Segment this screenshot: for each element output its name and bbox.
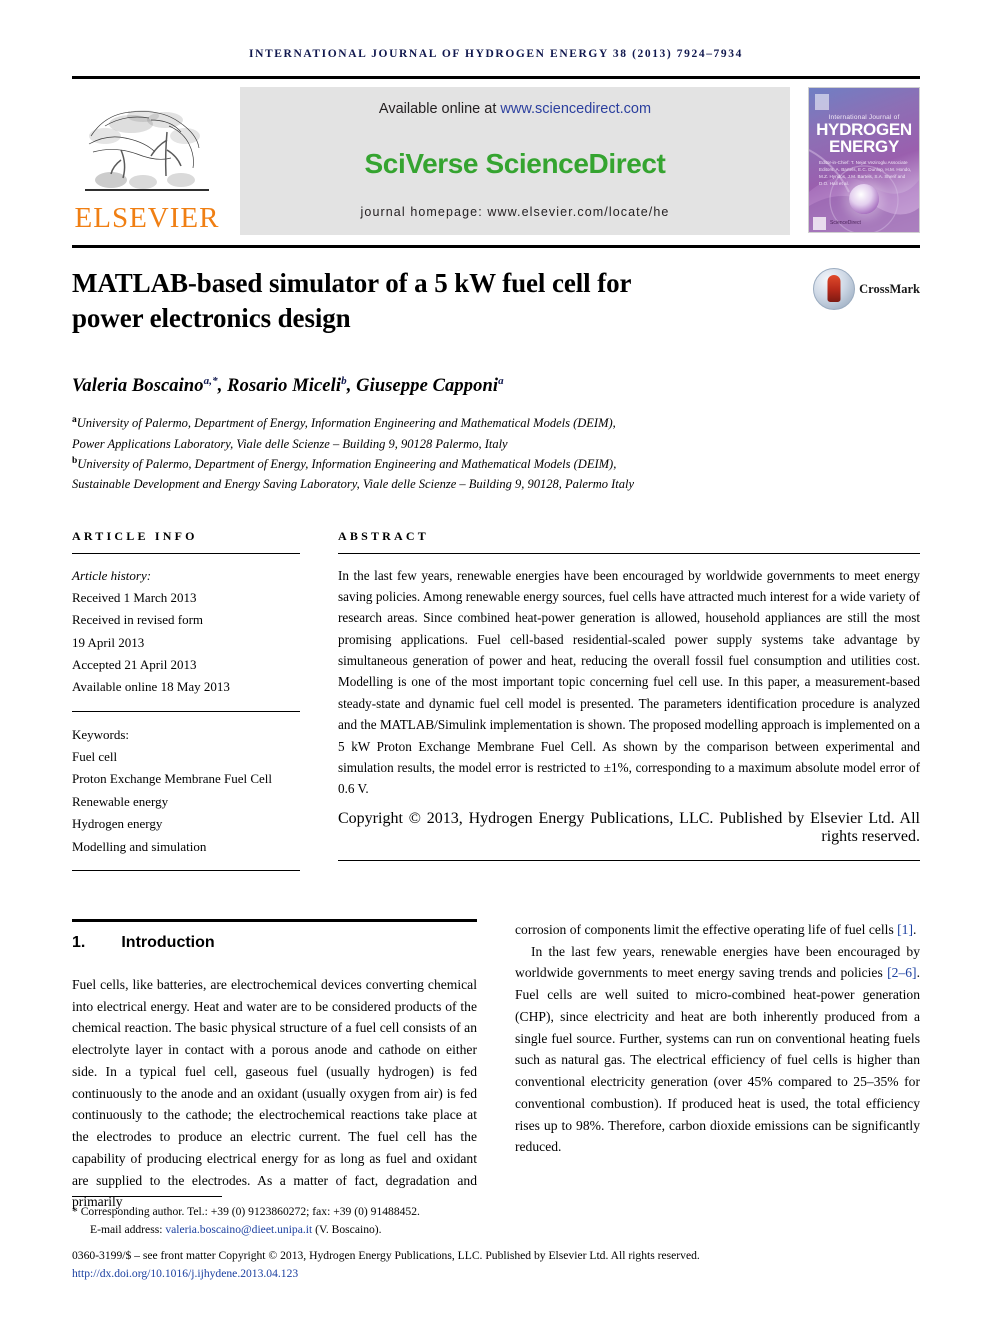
history-item-4: Available online 18 May 2013 [72,679,230,695]
crossmark-label: CrossMark [859,281,920,296]
doi-link[interactable]: http://dx.doi.org/10.1016/j.ijhydene.201… [72,1265,920,1283]
affiliation-a-line1: University of Palermo, Department of Ene… [76,416,616,431]
abstract-column: ABSTRACT In the last few years, renewabl… [338,529,920,883]
available-online-prefix: Available online at [378,101,501,117]
abstract-bottom-rule [338,859,920,861]
footnote-rule [72,1196,222,1198]
author-list: Valeria Boscainoa,*, Rosario Micelib, Gi… [72,375,504,397]
article-info-column: ARTICLE INFO Article history: Received 1… [72,529,300,883]
history-item-0: Received 1 March 2013 [72,589,197,605]
crossmark-badge-group[interactable]: CrossMark [813,268,920,310]
journal-cover-image: International Journal of HYDROGEN ENERGY… [808,87,920,233]
keywords-block: Keywords: Fuel cell Proton Exchange Memb… [72,724,300,858]
elsevier-wordmark: ELSEVIER [74,202,220,234]
body-column-right: corrosion of components limit the effect… [515,919,920,1213]
crossmark-icon[interactable] [813,268,856,310]
body-columns: 1. Introduction Fuel cells, like batteri… [72,918,920,1213]
masthead-bottom-rule [72,245,920,248]
intro-r2-pre: In the last few years, renewable energie… [515,943,920,981]
sciencedirect-banner: Available online at www.sciencedirect.co… [240,87,790,235]
article-history-block: Article history: Received 1 March 2013 R… [72,565,300,699]
history-item-2: 19 April 2013 [72,634,145,650]
article-history-label: Article history: [72,567,152,583]
intro-paragraph-right-2: In the last few years, renewable energie… [515,941,920,1159]
abstract-heading: ABSTRACT [338,528,429,543]
abstract-rule [338,552,920,554]
corresponding-text: Corresponding author. Tel.: +39 (0) 9123… [80,1205,420,1219]
info-abstract-section: ARTICLE INFO Article history: Received 1… [72,529,920,883]
email-suffix: (V. Boscaino). [312,1223,382,1237]
intro-paragraph-left: Fuel cells, like batteries, are electroc… [72,976,477,1210]
author-name-1[interactable]: Rosario Miceli [227,376,341,396]
running-head: INTERNATIONAL JOURNAL OF HYDROGEN ENERGY… [249,48,743,60]
affiliation-b-line1: University of Palermo, Department of Ene… [77,457,617,472]
intro-r2-post: . Fuel cells are well suited to micro-co… [515,965,920,1155]
keyword-3: Hydrogen energy [72,816,163,832]
elsevier-logo: ELSEVIER [72,87,222,235]
keyword-0: Fuel cell [72,749,118,765]
cover-footer: ScienceDirect [813,217,915,230]
author-name-0[interactable]: Valeria Boscaino [72,376,204,396]
affiliation-list: aUniversity of Palermo, Department of En… [72,413,920,494]
author-name-2[interactable]: Giuseppe Capponi [356,376,498,396]
title-row: MATLAB-based simulator of a 5 kW fuel ce… [72,266,920,335]
corresponding-author-note: * Corresponding author. Tel.: +39 (0) 91… [72,1203,920,1221]
affiliation-a-line2: Power Applications Laboratory, Viale del… [72,436,508,451]
elsevier-tree-icon [85,110,209,191]
page-title: MATLAB-based simulator of a 5 kW fuel ce… [72,268,631,333]
cover-title-line2: ENERGY [829,136,899,156]
imprint-line: 0360-3199/$ – see front matter Copyright… [72,1249,700,1263]
citation-ref-2-6[interactable]: [2–6] [887,965,916,980]
abstract-text: In the last few years, renewable energie… [338,567,920,797]
intro-r1-post: . [913,921,917,937]
masthead: ELSEVIER Available online at www.science… [72,76,920,235]
keyword-1: Proton Exchange Membrane Fuel Cell [72,771,273,787]
cover-publisher-mark [815,94,829,110]
email-label: E-mail address: [90,1223,166,1237]
available-online-line: Available online at www.sciencedirect.co… [379,101,651,117]
section-number: 1. [72,933,86,951]
keyword-4: Modelling and simulation [72,838,207,854]
cover-title: HYDROGEN ENERGY [809,121,919,156]
history-item-3: Accepted 21 April 2013 [72,657,197,672]
article-info-bottom-rule [72,869,300,871]
article-info-rule [72,552,300,554]
paper-page: INTERNATIONAL JOURNAL OF HYDROGEN ENERGY… [0,0,992,1323]
email-link[interactable]: valeria.boscaino@dieet.unipa.it [165,1223,312,1236]
keyword-2: Renewable energy [72,793,169,809]
author-marks-2: a [498,375,504,388]
journal-homepage-line[interactable]: journal homepage: www.elsevier.com/locat… [361,205,670,219]
affiliation-b-line2: Sustainable Development and Energy Savin… [72,477,635,492]
cover-footer-mark [813,217,826,230]
history-item-1: Received in revised form [72,612,204,628]
intro-paragraph-right-1: corrosion of components limit the effect… [515,919,920,941]
keywords-rule [72,710,300,712]
citation-ref-1[interactable]: [1] [897,922,913,937]
cover-footer-text: ScienceDirect [830,220,861,227]
sciencedirect-url[interactable]: www.sciencedirect.com [500,101,651,117]
author-marks-1: b [341,375,347,388]
abstract-copyright: Copyright © 2013, Hydrogen Energy Public… [338,809,920,845]
affiliation-a: aUniversity of Palermo, Department of En… [72,413,920,454]
sciverse-sciencedirect-logo: SciVerse ScienceDirect [364,148,666,179]
section-heading-introduction: 1. Introduction [72,934,477,952]
corresponding-marker: * [72,1205,78,1219]
section-top-rule [72,918,477,922]
article-info-heading: ARTICLE INFO [72,528,198,543]
page-footer: * Corresponding author. Tel.: +39 (0) 91… [72,1196,920,1283]
email-note: E-mail address: valeria.boscaino@dieet.u… [72,1221,920,1239]
section-title: Introduction [121,933,215,951]
affiliation-b: bUniversity of Palermo, Department of En… [72,454,920,495]
keywords-label: Keywords: [72,726,130,742]
intro-r1-pre: corrosion of components limit the effect… [515,921,898,937]
body-column-left: 1. Introduction Fuel cells, like batteri… [72,918,477,1213]
author-marks-0: a,* [203,375,218,388]
cover-orb-graphic [849,184,879,214]
